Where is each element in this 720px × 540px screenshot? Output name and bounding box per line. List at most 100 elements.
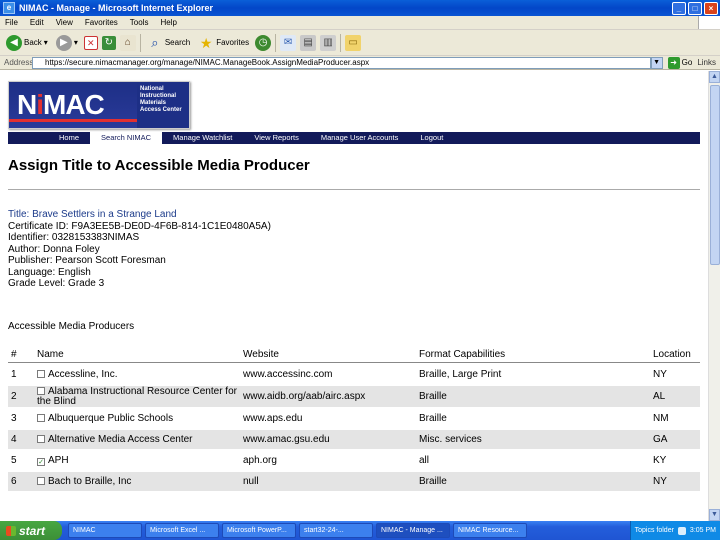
logo-letter-i: i [36,89,44,120]
row-num: 5 [8,451,34,470]
back-label: Back [24,38,42,47]
select-checkbox[interactable] [37,387,45,395]
window-title-bar: e NIMAC - Manage - Microsoft Internet Ex… [0,0,720,16]
address-url: https://secure.nimacmanager.org/manage/N… [45,57,370,67]
detail-author: Author: Donna Foley [8,243,100,255]
nav-manage-watchlist[interactable]: Manage Watchlist [162,132,243,144]
row-name-cell: Albuquerque Public Schools [34,409,240,428]
logo-letters-mac: MAC [43,89,105,120]
scroll-up-icon[interactable]: ▲ [709,71,720,83]
forward-arrow-icon: ▶ [55,34,72,51]
window-controls: _ □ × [672,1,718,15]
select-checkbox[interactable] [37,369,45,378]
taskbar-item-active[interactable]: NIMAC - Manage ... [376,523,450,538]
row-website: null [240,472,416,491]
taskbar-item[interactable]: NIMAC Resource... [453,523,527,538]
ie-icon: e [3,2,15,14]
search-button[interactable]: ⌕ Search [145,35,192,51]
row-website: www.accessinc.com [240,365,416,384]
table-row: 2 Alabama Instructional Resource Center … [8,386,700,407]
taskbar-item[interactable]: start32-24-... [299,523,373,538]
site-navbar: Home Search NIMAC Manage Watchlist View … [8,132,700,144]
chevron-down-icon[interactable]: ▼ [650,56,663,69]
nav-manage-user-accounts[interactable]: Manage User Accounts [310,132,410,144]
menu-tools[interactable]: Tools [125,18,156,27]
menu-favorites[interactable]: Favorites [80,18,125,27]
stop-icon[interactable]: ✕ [83,35,98,50]
nav-search-nimac[interactable]: Search NIMAC [90,132,163,144]
folder-icon[interactable]: ▭ [345,34,362,51]
tray-icon[interactable] [677,526,686,535]
nimac-logo: NiMAC National Instructional Materials A… [8,81,190,129]
tray-folder-label[interactable]: Topics folder [635,527,674,534]
clock: 3:05 PM [689,527,716,534]
back-arrow-icon: ◀ [6,34,22,51]
scroll-thumb[interactable] [710,85,720,265]
address-input[interactable]: https://secure.nimacmanager.org/manage/N… [32,56,651,69]
logo-letter-n: N [17,89,37,120]
menu-view[interactable]: View [51,18,80,27]
row-name: Accessline, Inc. [48,368,118,380]
menu-file[interactable]: File [0,18,25,27]
row-num: 6 [8,472,34,491]
favorites-button[interactable]: ★ Favorites [196,35,251,51]
back-button[interactable]: ◀ Back ▾ [4,34,50,51]
maximize-button[interactable]: □ [688,1,702,15]
table-header-row: # Name Website Format Capabilities Locat… [8,347,700,363]
divider [8,189,700,190]
col-num-header: # [8,347,34,363]
row-num: 3 [8,409,34,428]
select-checkbox[interactable] [37,434,45,443]
address-label: Address [4,58,34,67]
nimac-logo-mark: NiMAC [9,82,137,128]
row-name: Albuquerque Public Schools [48,412,174,424]
row-location: NM [650,409,700,428]
select-checkbox-checked[interactable]: ✓ [37,457,45,466]
taskbar-item[interactable]: Microsoft Excel ... [145,523,219,538]
row-formats: Braille, Large Print [416,365,650,384]
nav-logout[interactable]: Logout [409,132,454,144]
nav-home[interactable]: Home [48,132,90,144]
window-title: NIMAC - Manage - Microsoft Internet Expl… [19,3,214,13]
forward-button[interactable]: ▶ ▾ [54,34,80,51]
chevron-down-icon[interactable]: ▾ [74,38,78,47]
detail-language: Language: English [8,266,91,278]
go-button[interactable]: ➜ Go [663,56,698,69]
col-location-header: Location [650,347,700,363]
section-heading: Accessible Media Producers [8,321,135,332]
nav-view-reports[interactable]: View Reports [243,132,309,144]
edit-icon[interactable]: ▥ [320,34,337,51]
system-tray: Topics folder 3:05 PM [630,521,720,540]
select-checkbox[interactable] [37,413,45,422]
table-row: 3 Albuquerque Public Schools www.aps.edu… [8,409,700,428]
refresh-icon[interactable]: ↻ [101,35,116,50]
table-row: 4 Alternative Media Access Center www.am… [8,430,700,449]
row-num: 4 [8,430,34,449]
taskbar-item[interactable]: Microsoft PowerP... [222,523,296,538]
star-icon: ★ [199,34,213,51]
home-icon[interactable]: ⌂ [119,34,136,51]
links-toolbar[interactable]: Links [697,58,720,67]
print-icon[interactable]: ▤ [300,34,317,51]
col-website-header: Website [240,347,416,363]
row-num: 2 [8,386,34,407]
menu-edit[interactable]: Edit [25,18,51,27]
row-formats: Braille [416,386,650,407]
vertical-scrollbar[interactable]: ▲ ▼ [708,71,720,521]
close-button[interactable]: × [704,1,718,15]
history-icon[interactable]: ◷ [255,34,272,51]
go-label: Go [681,58,693,67]
taskbar-buttons: NIMAC Microsoft Excel ... Microsoft Powe… [68,523,630,538]
minimize-button[interactable]: _ [672,1,686,15]
chevron-down-icon[interactable]: ▾ [44,38,48,47]
select-checkbox[interactable] [37,476,45,485]
mail-icon[interactable]: ✉ [280,34,297,51]
row-website: aph.org [240,451,416,470]
menu-help[interactable]: Help [155,18,183,27]
scroll-down-icon[interactable]: ▼ [709,509,720,521]
table-row: 1 Accessline, Inc. www.accessinc.com Bra… [8,365,700,384]
search-icon: ⌕ [151,34,159,50]
taskbar-item[interactable]: NIMAC [68,523,142,538]
start-button[interactable]: start [0,521,62,540]
row-name-cell: ✓ APH [34,451,240,470]
